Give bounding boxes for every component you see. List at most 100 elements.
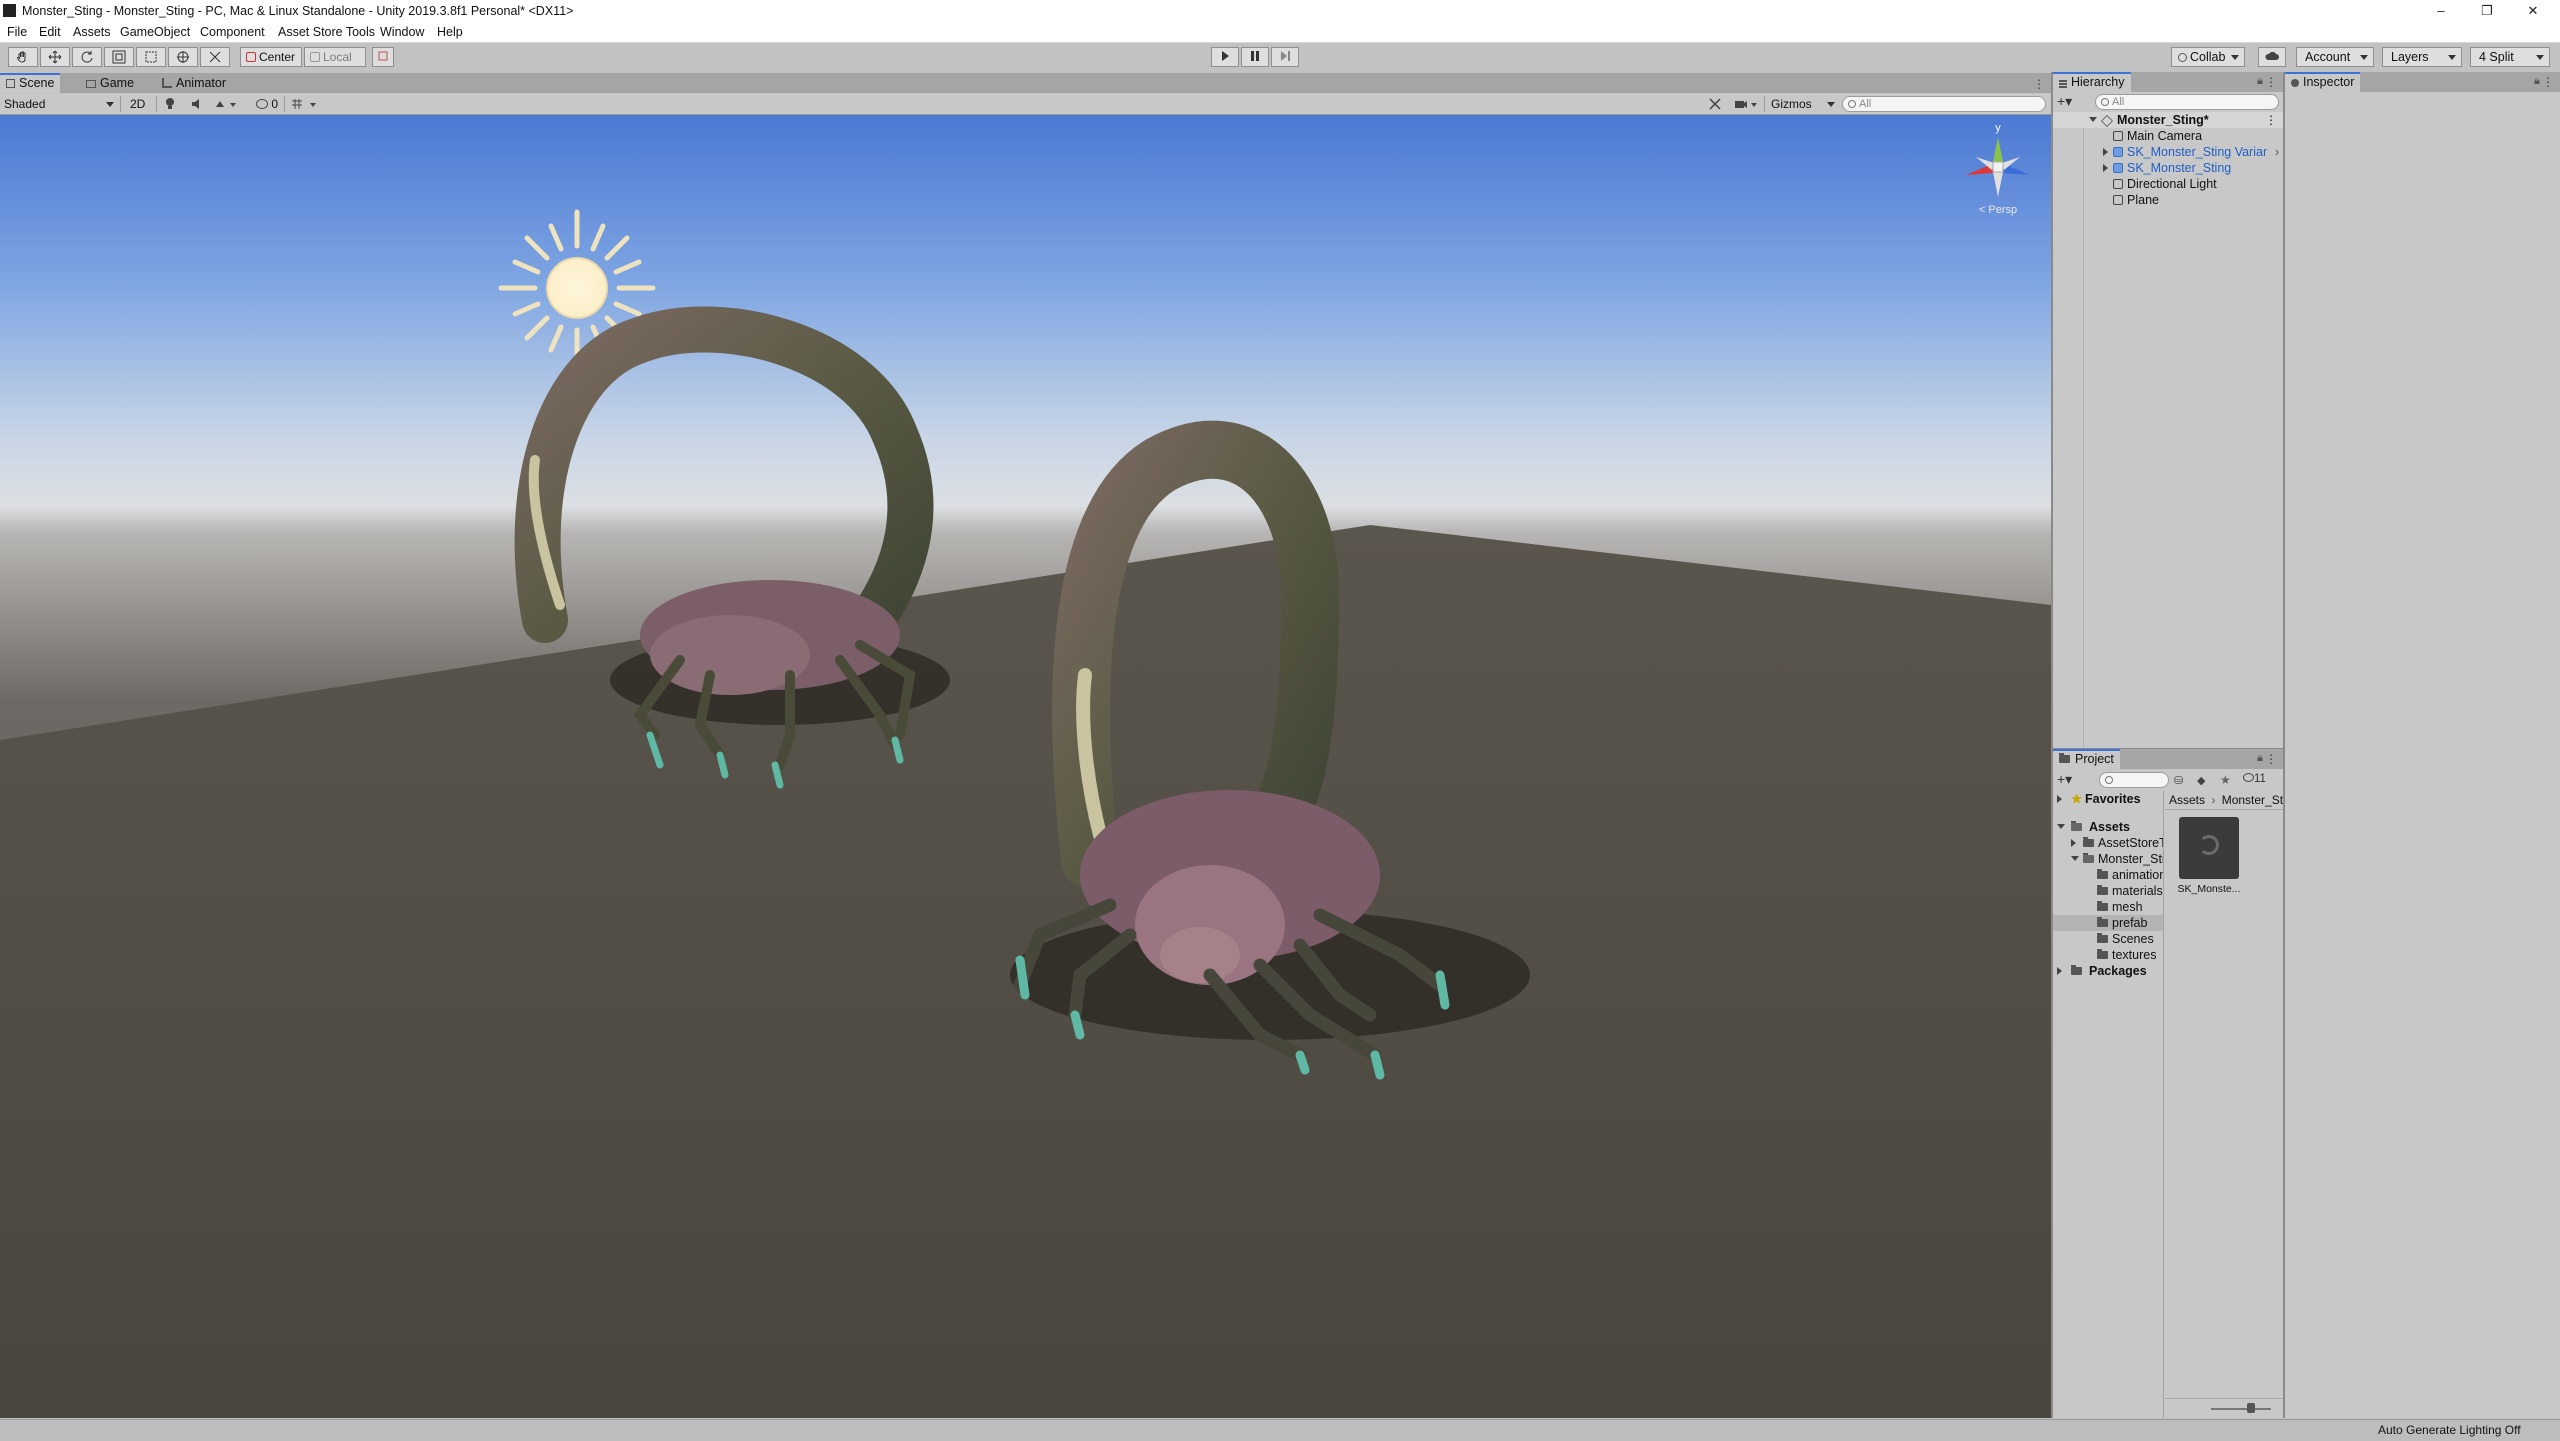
prefab-preview-icon	[2199, 835, 2219, 855]
draw-mode-dropdown[interactable]: Shaded	[4, 95, 114, 113]
2d-toggle[interactable]: 2D	[130, 95, 145, 113]
folder-row[interactable]: AssetStoreTools	[2071, 835, 2163, 851]
lighting-toggle[interactable]	[164, 95, 176, 113]
effects-dropdown[interactable]	[214, 95, 238, 113]
tab-hierarchy[interactable]: Hierarchy	[2053, 72, 2131, 92]
tab-inspector-label: Inspector	[2303, 75, 2355, 89]
move-tool-button[interactable]	[40, 47, 70, 67]
layout-dropdown[interactable]: 4 Split	[2470, 47, 2550, 67]
rotate-tool-button[interactable]	[72, 47, 102, 67]
slider-handle[interactable]	[2247, 1403, 2255, 1413]
search-by-label-icon[interactable]: ◆	[2197, 774, 2205, 787]
restore-button[interactable]: ❐	[2464, 0, 2510, 22]
step-button[interactable]	[1271, 47, 1299, 67]
pause-button[interactable]	[1241, 47, 1269, 67]
scene-row[interactable]: Monster_Sting* ⋮	[2053, 112, 2283, 128]
collab-dropdown[interactable]: Collab	[2171, 47, 2245, 67]
custom-tool-button[interactable]	[200, 47, 230, 67]
scene-panel-menu-icon[interactable]: ⋮	[2033, 77, 2045, 91]
scene-name: Monster_Sting*	[2117, 113, 2209, 127]
hidden-objects-toggle[interactable]: 0	[256, 95, 278, 113]
menu-file[interactable]: File	[7, 25, 27, 39]
folder-label: materials	[2112, 884, 2163, 898]
cloud-button[interactable]	[2258, 47, 2286, 67]
minimize-button[interactable]: –	[2418, 0, 2464, 22]
tab-inspector[interactable]: Inspector	[2285, 72, 2361, 92]
folder-row-selected[interactable]: prefab	[2053, 915, 2163, 931]
menu-gameobject[interactable]: GameObject	[120, 25, 190, 39]
auto-lighting-status[interactable]: Auto Generate Lighting Off	[2378, 1423, 2521, 1437]
snap-toggle-button[interactable]	[372, 47, 394, 67]
scene-search-input[interactable]: All	[1842, 96, 2046, 112]
lock-icon[interactable]: 🔒︎	[2257, 75, 2263, 88]
grid-dropdown[interactable]	[290, 95, 318, 113]
audio-toggle[interactable]	[190, 95, 204, 113]
chevron-down-icon	[1827, 102, 1835, 107]
gizmo-y-label: y	[1995, 122, 2001, 134]
search-by-type-icon[interactable]: ⛁	[2174, 774, 2183, 787]
game-icon	[86, 80, 96, 88]
create-asset-dropdown[interactable]: +▾	[2057, 772, 2072, 786]
breadcrumb-item[interactable]: Monster_Sting	[2222, 793, 2283, 807]
hierarchy-item-prefab[interactable]: SK_Monster_Sting Variant ›	[2103, 144, 2283, 160]
transform-icon	[177, 51, 189, 63]
menu-bar: File Edit Assets GameObject Component As…	[0, 22, 2560, 43]
scale-tool-button[interactable]	[104, 47, 134, 67]
asset-thumbnail[interactable]	[2179, 817, 2239, 879]
account-dropdown[interactable]: Account	[2296, 47, 2374, 67]
hierarchy-item[interactable]: Plane	[2113, 192, 2159, 208]
menu-assets[interactable]: Assets	[73, 25, 111, 39]
folder-row[interactable]: Scenes	[2097, 931, 2163, 947]
menu-component[interactable]: Component	[200, 25, 265, 39]
hidden-packages-toggle[interactable]: 11	[2243, 773, 2266, 785]
folder-row[interactable]: animations	[2097, 867, 2163, 883]
transform-tool-button[interactable]	[168, 47, 198, 67]
play-button[interactable]	[1211, 47, 1239, 67]
tab-game[interactable]: Game	[80, 73, 140, 93]
gizmos-dropdown[interactable]: Gizmos	[1771, 95, 1835, 113]
thumbnail-size-slider[interactable]	[2211, 1408, 2271, 1410]
close-button[interactable]: ✕	[2510, 0, 2556, 22]
hand-tool-button[interactable]	[8, 47, 38, 67]
menu-window[interactable]: Window	[380, 25, 424, 39]
scene-viewport[interactable]: y < Persp	[0, 115, 2051, 1418]
chevron-right-icon[interactable]: ›	[2275, 144, 2279, 160]
folder-icon	[2097, 917, 2108, 927]
folder-row[interactable]: mesh	[2097, 899, 2163, 915]
scene-tab-strip: Scene Game Animator ⋮	[0, 73, 2051, 93]
hierarchy-item[interactable]: Main Camera	[2113, 128, 2202, 144]
pivot-mode-button[interactable]: Center	[240, 47, 302, 67]
camera-dropdown[interactable]	[1734, 95, 1758, 113]
lock-icon[interactable]: 🔒︎	[2534, 75, 2540, 88]
hierarchy-menu-icon[interactable]: ⋮	[2265, 75, 2277, 89]
breadcrumb-item[interactable]: Assets	[2169, 793, 2205, 807]
tab-scene[interactable]: Scene	[0, 73, 61, 93]
hierarchy-search-input[interactable]: All	[2095, 94, 2279, 110]
pause-icon	[1251, 51, 1259, 61]
menu-help[interactable]: Help	[437, 25, 463, 39]
scene-menu-icon[interactable]: ⋮	[2265, 112, 2277, 128]
project-search-input[interactable]	[2099, 772, 2169, 788]
layers-dropdown[interactable]: Layers	[2382, 47, 2462, 67]
folder-row[interactable]: textures	[2097, 947, 2163, 963]
folder-row[interactable]: materials	[2097, 883, 2163, 899]
project-menu-icon[interactable]: ⋮	[2265, 752, 2277, 766]
cloud-icon	[2265, 51, 2279, 60]
scene-tools-button[interactable]	[1708, 95, 1722, 113]
menu-asset-store-tools[interactable]: Asset Store Tools	[278, 25, 375, 39]
rect-tool-button[interactable]	[136, 47, 166, 67]
create-dropdown[interactable]: +▾	[2057, 94, 2072, 108]
tab-animator[interactable]: Animator	[156, 73, 232, 93]
folder-row[interactable]: Monster_Sting	[2071, 851, 2163, 867]
favorite-star-icon[interactable]: ★	[2220, 773, 2231, 787]
chevron-right-icon	[2103, 164, 2108, 172]
unity-logo-icon	[3, 4, 16, 17]
tab-project[interactable]: Project	[2053, 749, 2120, 769]
lock-icon[interactable]: 🔒︎	[2257, 752, 2263, 765]
search-icon	[2101, 98, 2109, 106]
hierarchy-item[interactable]: Directional Light	[2113, 176, 2217, 192]
menu-edit[interactable]: Edit	[39, 25, 61, 39]
camera-icon	[1735, 101, 1757, 108]
inspector-menu-icon[interactable]: ⋮	[2542, 75, 2554, 89]
pivot-rotation-button[interactable]: Local	[304, 47, 366, 67]
